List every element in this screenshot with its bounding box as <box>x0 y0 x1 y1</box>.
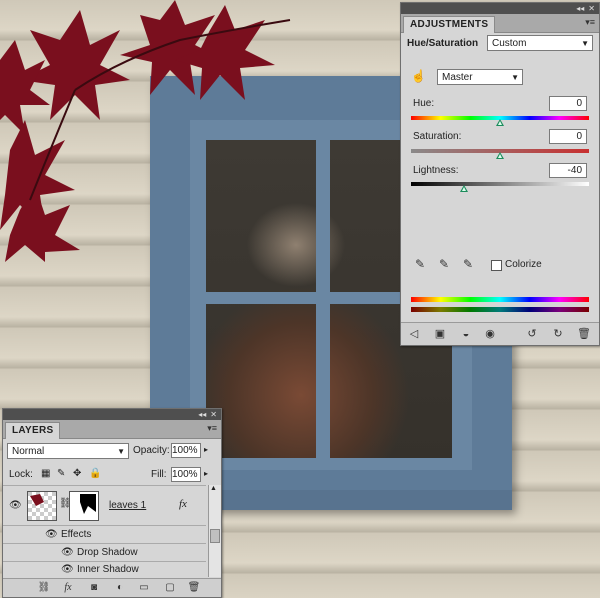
channel-value: Master <box>442 72 473 83</box>
adjustment-title: Hue/Saturation <box>407 38 479 49</box>
lock-label: Lock: <box>9 469 33 480</box>
chevron-down-icon: ▼ <box>581 39 589 48</box>
panel-menu-icon[interactable]: ▾≡ <box>207 423 217 434</box>
layers-topbar: ◂◂ ✕ <box>3 409 221 420</box>
mask-shape-icon <box>80 494 96 514</box>
link-icon[interactable]: ⛓ <box>37 582 51 594</box>
lock-transparent-icon[interactable]: ▦ <box>41 468 50 479</box>
eyedropper-minus-icon[interactable]: ✎ <box>461 257 475 271</box>
effects-label: Effects <box>61 529 92 540</box>
effect-drop-shadow: Drop Shadow <box>77 547 138 558</box>
fill-label: Fill: <box>151 469 167 480</box>
output-spectrum-bar <box>411 307 589 312</box>
lightness-slider-thumb[interactable] <box>460 185 469 192</box>
return-icon[interactable]: ◁ <box>407 327 421 341</box>
chevron-right-icon[interactable]: ▸ <box>204 445 208 454</box>
layers-tabrow: LAYERS ▾≡ <box>3 420 221 439</box>
layers-scrollbar[interactable]: ▲ <box>208 485 221 577</box>
saturation-input[interactable]: 0 <box>549 129 587 144</box>
channel-dropdown[interactable]: Master ▼ <box>437 69 523 85</box>
saturation-label: Saturation: <box>413 131 462 142</box>
effect-inner-shadow: Inner Shadow <box>77 564 139 575</box>
layer-name[interactable]: leaves 1 <box>109 500 146 511</box>
window-sill <box>220 490 512 510</box>
lock-paint-icon[interactable]: ✎ <box>57 468 65 479</box>
leaf-thumb-icon <box>30 494 44 506</box>
layers-bottom-bar: ⛓ fx ◙ ◐ ▭ ▢ 🗑 <box>3 578 221 597</box>
scroll-up-icon[interactable]: ▲ <box>210 485 217 492</box>
lightness-track[interactable] <box>411 182 589 186</box>
layer-clip-icon[interactable]: ▣ <box>433 327 447 341</box>
effect-row-drop-shadow[interactable]: 👁 Drop Shadow <box>3 543 206 562</box>
eyedropper-plus-icon[interactable]: ✎ <box>437 257 451 271</box>
close-icon[interactable]: ✕ <box>588 4 595 13</box>
hand-adjust-icon[interactable]: ☝ <box>411 69 426 83</box>
adjustments-topbar: ◂◂ ✕ <box>401 3 599 14</box>
blend-mode-value: Normal <box>12 446 45 457</box>
new-layer-icon[interactable]: ▢ <box>163 582 177 594</box>
eye-icon[interactable]: ◉ <box>483 327 497 341</box>
folder-icon[interactable]: ▭ <box>137 582 151 594</box>
mask-icon[interactable]: ◙ <box>87 582 101 594</box>
saturation-slider-thumb[interactable] <box>496 152 504 159</box>
input-spectrum-bar <box>411 297 589 302</box>
chevron-right-icon[interactable]: ▸ <box>204 469 208 478</box>
colorize-checkbox[interactable] <box>491 260 502 271</box>
previous-state-icon[interactable]: ↺ <box>525 327 539 341</box>
preset-dropdown[interactable]: Custom ▼ <box>487 35 593 51</box>
red-leaves <box>0 0 291 262</box>
reset-icon[interactable]: ↻ <box>551 327 565 341</box>
adjustments-panel: ◂◂ ✕ ADJUSTMENTS ▾≡ Hue/Saturation Custo… <box>400 2 600 346</box>
close-icon[interactable]: ✕ <box>210 410 217 419</box>
fx-icon[interactable]: fx <box>61 582 75 594</box>
eyedropper-icon[interactable]: ✎ <box>413 257 427 271</box>
eye-icon[interactable]: 👁 <box>61 564 74 575</box>
colorize-label: Colorize <box>505 259 542 270</box>
tab-adjustments[interactable]: ADJUSTMENTS <box>403 16 496 33</box>
panel-menu-icon[interactable]: ▾≡ <box>585 17 595 28</box>
chevron-down-icon: ▼ <box>511 73 519 82</box>
effects-row[interactable]: 👁 Effects <box>3 525 206 544</box>
blend-mode-dropdown[interactable]: Normal ▼ <box>7 443 129 459</box>
preset-value: Custom <box>492 38 527 49</box>
adjustment-icon[interactable]: ◐ <box>113 582 127 594</box>
collapse-icon[interactable]: ◂◂ <box>198 410 206 419</box>
layer-thumbnail[interactable] <box>27 491 57 521</box>
hue-slider-thumb[interactable] <box>496 119 504 126</box>
lightness-input[interactable]: -40 <box>549 163 587 178</box>
adjustments-bottom-bar: ◁ ▣ ◒ ◉ ↺ ↻ 🗑 <box>401 322 599 345</box>
opacity-input[interactable]: 100% <box>171 443 201 458</box>
fx-badge[interactable]: fx <box>179 498 187 510</box>
effect-row-inner-shadow[interactable]: 👁 Inner Shadow <box>3 561 206 578</box>
fill-input[interactable]: 100% <box>171 467 201 482</box>
lock-move-icon[interactable]: ✥ <box>73 468 81 479</box>
chevron-down-icon: ▼ <box>117 447 125 456</box>
trash-icon[interactable]: 🗑 <box>577 327 591 341</box>
tab-layers[interactable]: LAYERS <box>5 422 61 439</box>
visibility-icon[interactable]: ◒ <box>459 327 473 341</box>
opacity-label: Opacity: <box>133 445 170 456</box>
adjustments-tabrow: ADJUSTMENTS ▾≡ <box>401 14 599 33</box>
lock-all-icon[interactable]: 🔒 <box>89 468 101 479</box>
trash-icon[interactable]: 🗑 <box>187 582 201 594</box>
layer-mask-thumbnail[interactable] <box>69 491 99 521</box>
scroll-thumb[interactable] <box>210 529 220 543</box>
eye-icon[interactable]: 👁 <box>45 529 58 540</box>
hue-label: Hue: <box>413 98 435 109</box>
collapse-icon[interactable]: ◂◂ <box>576 4 584 13</box>
eye-icon[interactable]: 👁 <box>9 500 22 511</box>
eye-icon[interactable]: 👁 <box>61 547 74 558</box>
layer-row-leaves[interactable]: 👁 ⛓ leaves 1 fx <box>3 485 206 526</box>
lightness-label: Lightness: <box>413 165 459 176</box>
layers-panel: ◂◂ ✕ LAYERS ▾≡ Normal ▼ Opacity: 100% ▸ … <box>2 408 222 598</box>
hue-input[interactable]: 0 <box>549 96 587 111</box>
